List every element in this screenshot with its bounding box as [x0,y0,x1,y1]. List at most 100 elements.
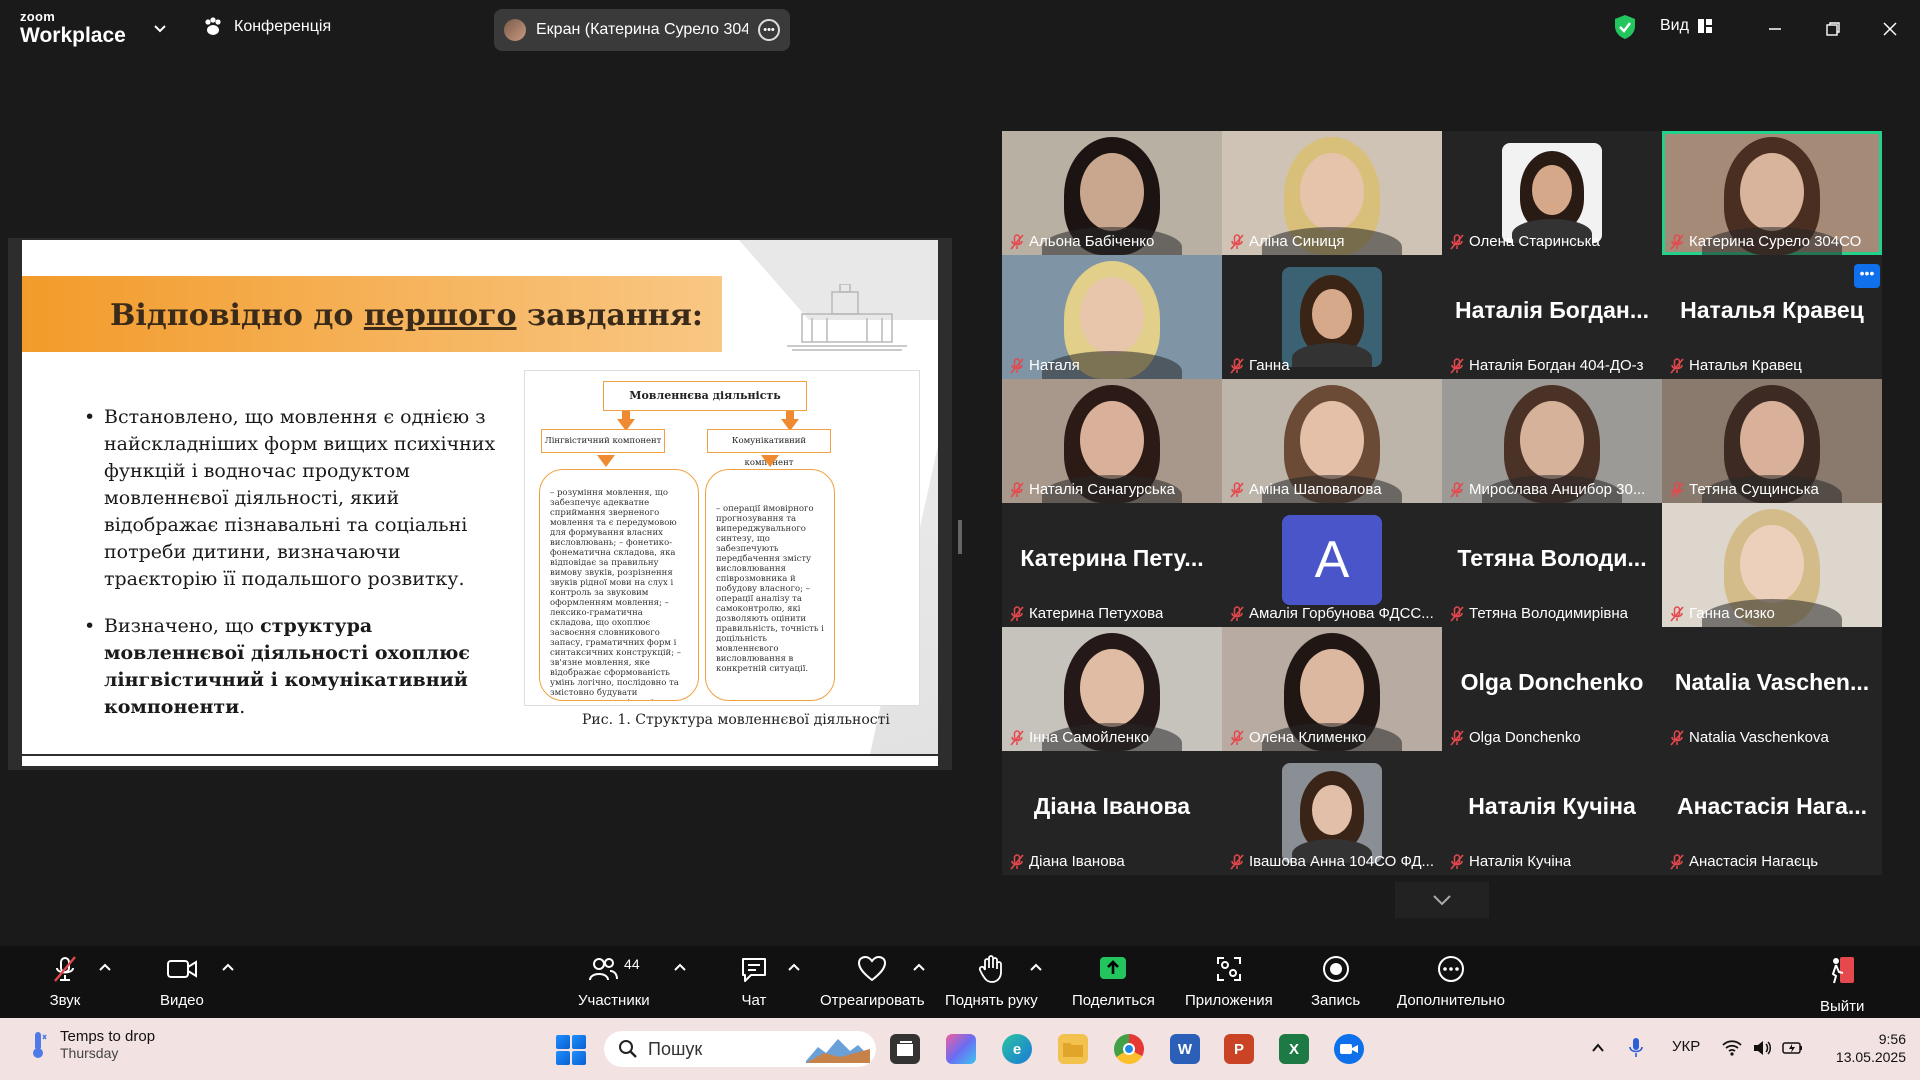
participant-tile[interactable]: Тетяна Володи... Тетяна Володимирівна [1442,503,1662,627]
react-button[interactable]: Отреагировать [820,954,925,1009]
view-menu[interactable]: Вид [1660,17,1713,35]
participant-tile[interactable]: Олена Клименко [1222,627,1442,751]
weather-title: Temps to drop [60,1028,156,1045]
participant-name-label: Наталя [1010,357,1080,374]
participant-tile[interactable]: Альона Бабіченко [1002,131,1222,255]
participant-tile[interactable]: Natalia Vaschen... Natalia Vaschenkova [1662,627,1882,751]
participant-tile[interactable]: Анастасія Нага... Анастасія Нагаєць [1662,751,1882,875]
participant-tile[interactable]: Olga Donchenko Olga Donchenko [1442,627,1662,751]
chevron-up-icon[interactable] [97,960,113,976]
chat-button[interactable]: Чат [737,954,771,1009]
chevron-up-icon[interactable] [220,960,236,976]
weather-widget[interactable]: Temps to drop Thursday [28,1028,155,1061]
close-button[interactable] [1875,14,1905,44]
participant-tile[interactable]: Інна Самойленко [1002,627,1222,751]
participant-tile[interactable]: Ганна Сизко [1662,503,1882,627]
more-options-button[interactable]: ••• [1854,264,1880,288]
participant-tile[interactable]: Катерина Пету... Катерина Петухова [1002,503,1222,627]
mic-muted-icon [1010,357,1024,374]
word-icon[interactable]: W [1170,1034,1200,1064]
battery-icon[interactable] [1782,1040,1804,1056]
more-options-icon[interactable]: ••• [758,19,780,41]
participant-name-label: Аміна Шаповалова [1230,481,1382,498]
taskbar-search[interactable]: Пошук [604,1031,876,1067]
participant-tile[interactable]: Наталья Кравец Наталья Кравец [1662,255,1882,379]
powerpoint-icon[interactable]: P [1224,1034,1254,1064]
participant-name-label: Анастасія Нагаєць [1670,853,1818,870]
security-shield-icon[interactable] [1613,14,1637,40]
mic-muted-icon [1450,729,1464,746]
participant-tile[interactable]: Наталія Богдан... Наталія Богдан 404-ДО-з [1442,255,1662,379]
apps-button[interactable]: Приложения [1185,954,1273,1009]
participant-tile[interactable]: Олена Старинська [1442,131,1662,255]
participant-tile[interactable]: Тетяна Сущинська [1662,379,1882,503]
minimize-button[interactable] [1760,14,1790,44]
participant-name: Ганна Сизко [1689,605,1775,622]
video-button[interactable]: Видео [160,954,204,1009]
zoom-app-icon[interactable] [1334,1034,1364,1064]
audio-button[interactable]: Звук [48,954,82,1009]
chevron-up-icon[interactable] [911,960,927,976]
copilot-icon[interactable] [946,1034,976,1064]
edge-browser-icon[interactable]: e [1002,1034,1032,1064]
chevron-up-icon[interactable] [672,960,688,976]
more-label: Дополнительно [1397,992,1505,1009]
conference-menu[interactable]: Конференція [202,16,331,38]
participant-tile[interactable]: Наталя [1002,255,1222,379]
screen-share-indicator[interactable]: Екран (Катерина Сурело 304СС ••• [494,9,790,51]
chrome-browser-icon[interactable] [1114,1034,1144,1064]
restore-button[interactable] [1818,14,1848,44]
participant-tile[interactable]: Катерина Сурело 304СО [1662,131,1882,255]
panel-resize-handle[interactable] [958,520,962,554]
participant-name: Мирослава Анцибор 30... [1469,481,1646,498]
file-explorer-icon[interactable] [1058,1034,1088,1064]
video-label: Видео [160,992,204,1009]
mic-muted-icon [1670,605,1684,622]
mic-muted-icon [1230,481,1244,498]
diagram-arrow [597,455,615,467]
participant-tile[interactable]: Наталія Санагурська [1002,379,1222,503]
participant-tile[interactable]: Ганна [1222,255,1442,379]
view-label: Вид [1660,17,1689,34]
participant-tile[interactable]: Діана Іванова Діана Іванова [1002,751,1222,875]
participant-name-label: Наталія Санагурська [1010,481,1175,498]
chevron-up-icon[interactable] [1590,1040,1606,1056]
participants-button[interactable]: 44 Участники [578,954,650,1009]
microphone-icon[interactable] [1628,1037,1644,1059]
apps-icon [1216,957,1241,981]
search-icon [619,1040,637,1058]
participant-tile[interactable]: A Амалія Горбунова ФДСС... [1222,503,1442,627]
system-clock[interactable]: 9:56 13.05.2025 [1818,1030,1906,1066]
participant-display-name: Анастасія Нага... [1676,793,1868,819]
participant-name-label: Катерина Сурело 304СО [1670,233,1861,250]
excel-icon[interactable]: X [1279,1034,1309,1064]
share-button[interactable]: Поделиться [1072,954,1155,1009]
mic-muted-icon [1450,605,1464,622]
more-button[interactable]: Дополнительно [1397,954,1505,1009]
participant-tile[interactable]: Мирослава Анцибор 30... [1442,379,1662,503]
participant-tile[interactable]: Аліна Синиця [1222,131,1442,255]
wifi-icon[interactable] [1722,1039,1742,1057]
chevron-up-icon[interactable] [1028,960,1044,976]
participant-gallery: Альона Бабіченко Аліна Синиця Олена Старин… [1002,131,1882,875]
zoom-logo[interactable]: zoom Workplace [20,10,126,46]
mic-muted-icon [1230,729,1244,746]
chevron-down-icon[interactable] [150,18,170,38]
grid-view-icon [1697,19,1712,33]
speaker-icon[interactable] [1752,1039,1772,1057]
language-indicator[interactable]: УКР [1672,1038,1700,1055]
raise-hand-button[interactable]: Поднять руку [945,954,1038,1009]
participant-tile[interactable]: Наталія Кучіна Наталія Кучіна [1442,751,1662,875]
participant-display-name: Наталія Богдан... [1454,297,1649,323]
participant-name: Івашова Анна 104СО ФД... [1249,853,1435,870]
gallery-scroll-down-button[interactable] [1395,882,1489,918]
participant-tile[interactable]: Івашова Анна 104СО ФД... [1222,751,1442,875]
participant-tile[interactable]: Аміна Шаповалова [1222,379,1442,503]
chevron-up-icon[interactable] [786,960,802,976]
record-button[interactable]: Запись [1311,954,1360,1009]
shared-screen[interactable]: Відповідно до першого завдання: Встановл… [8,238,952,770]
start-button[interactable] [556,1035,586,1065]
task-view-icon[interactable] [890,1034,920,1064]
participant-photo [1282,267,1382,367]
leave-button[interactable]: Выйти [1820,954,1864,1015]
